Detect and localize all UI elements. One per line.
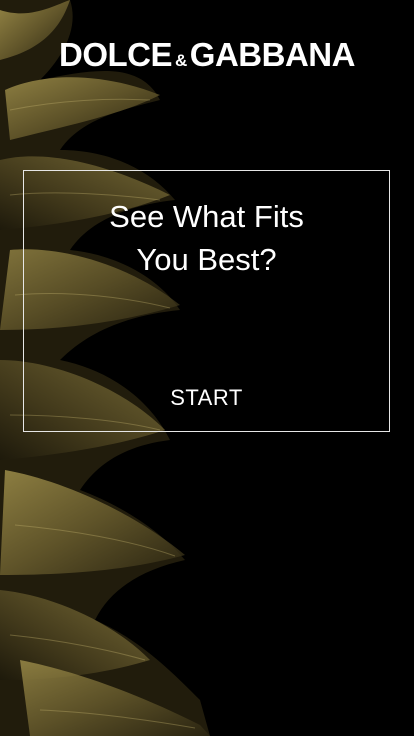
- fit-question-line-2: You Best?: [136, 242, 277, 277]
- brand-logo-ampersand: &: [175, 51, 187, 70]
- brand-logo-right: GABBANA: [189, 36, 356, 73]
- app-screen: DOLCE &GABBANA See What Fits You Best? ST…: [0, 0, 414, 736]
- brand-logo-left: DOLCE: [59, 36, 173, 73]
- start-button[interactable]: START: [162, 383, 251, 413]
- fit-question-heading: See What Fits You Best?: [24, 195, 389, 281]
- brand-logo: DOLCE &GABBANA: [0, 36, 414, 74]
- fit-question-line-1: See What Fits: [109, 199, 304, 234]
- fit-prompt-card: See What Fits You Best? START: [23, 170, 390, 432]
